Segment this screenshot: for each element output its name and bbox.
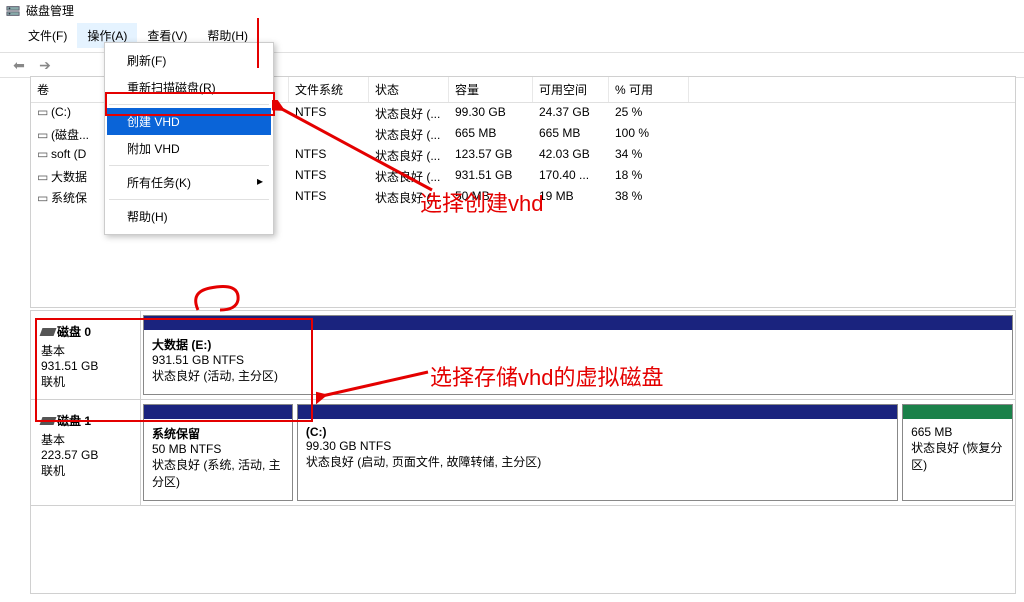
annotation-text-create-vhd: 选择创建vhd [420, 186, 543, 218]
partition-stripe [903, 405, 1012, 419]
title-bar: 磁盘管理 [0, 0, 1024, 21]
menu-separator [109, 165, 269, 166]
drive-icon: ▭ [37, 128, 47, 142]
disk-icon [40, 328, 57, 336]
menu-item-help[interactable]: 帮助(H) [107, 203, 271, 230]
drive-icon: ▭ [37, 147, 47, 161]
menu-item-attach-vhd[interactable]: 附加 VHD [107, 135, 271, 162]
window-title: 磁盘管理 [26, 2, 74, 19]
partition-stripe [298, 405, 897, 419]
disk-header[interactable]: 磁盘 1基本223.57 GB联机 [31, 400, 141, 505]
menu-item-refresh[interactable]: 刷新(F) [107, 47, 271, 74]
menu-item-all-tasks[interactable]: 所有任务(K) [107, 169, 271, 196]
partition-stripe [144, 316, 1012, 330]
nav-forward-button[interactable]: ➔ [34, 55, 56, 75]
disk-icon [40, 417, 57, 425]
menu-item-create-vhd[interactable]: 创建 VHD [107, 108, 271, 135]
menu-item-rescan[interactable]: 重新扫描磁盘(R) [107, 74, 271, 101]
app-icon [6, 4, 20, 18]
drive-icon: ▭ [37, 170, 47, 184]
annotation-text-select-disk: 选择存储vhd的虚拟磁盘 [430, 360, 663, 392]
disk-header[interactable]: 磁盘 0基本931.51 GB联机 [31, 311, 141, 399]
drive-icon: ▭ [37, 105, 47, 119]
col-filesystem[interactable]: 文件系统 [289, 77, 369, 102]
partition[interactable]: 665 MB状态良好 (恢复分区) [902, 404, 1013, 501]
col-status[interactable]: 状态 [369, 77, 449, 102]
menu-separator [109, 104, 269, 105]
drive-icon: ▭ [37, 191, 47, 205]
nav-back-button[interactable]: ⬅ [8, 55, 30, 75]
disk-graphic-view: 磁盘 0基本931.51 GB联机大数据 (E:)931.51 GB NTFS状… [30, 310, 1016, 594]
menu-file[interactable]: 文件(F) [18, 23, 77, 48]
partition-stripe [144, 405, 292, 419]
partition[interactable]: 系统保留50 MB NTFS状态良好 (系统, 活动, 主分区) [143, 404, 293, 501]
partition[interactable]: (C:)99.30 GB NTFS状态良好 (启动, 页面文件, 故障转储, 主… [297, 404, 898, 501]
col-capacity[interactable]: 容量 [449, 77, 533, 102]
col-free[interactable]: 可用空间 [533, 77, 609, 102]
col-percent[interactable]: % 可用 [609, 77, 689, 102]
menu-separator [109, 199, 269, 200]
disk-row: 磁盘 1基本223.57 GB联机系统保留50 MB NTFS状态良好 (系统,… [31, 400, 1015, 506]
action-dropdown: 刷新(F) 重新扫描磁盘(R) 创建 VHD 附加 VHD 所有任务(K) 帮助… [104, 42, 274, 235]
